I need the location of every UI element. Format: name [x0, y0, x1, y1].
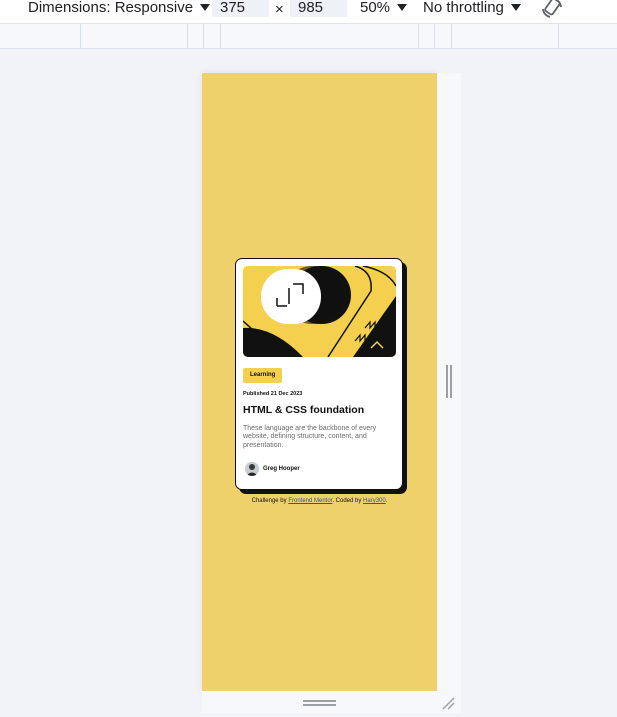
blog-preview-card[interactable]: Learning Published 21 Dec 2023 HTML & CS… — [235, 258, 403, 490]
dimensions-label: Dimensions: Responsive — [28, 0, 194, 16]
zoom-dropdown[interactable]: 50% — [360, 0, 408, 20]
ruler-tick — [434, 24, 435, 48]
ruler-tick — [203, 24, 204, 48]
times-symbol: × — [275, 1, 284, 18]
card-title[interactable]: HTML & CSS foundation — [243, 404, 364, 416]
zoom-label: 50% — [360, 0, 391, 16]
hero-illustration — [243, 266, 396, 357]
width-input[interactable] — [212, 0, 269, 17]
caret-down-icon — [397, 4, 408, 11]
height-input[interactable] — [290, 0, 347, 17]
caret-down-icon — [510, 4, 521, 11]
attribution-middle: . Coded by — [332, 498, 364, 504]
ruler-tick — [80, 24, 81, 48]
resize-handle-icon[interactable] — [446, 365, 452, 398]
ruler-tick — [558, 24, 559, 48]
ruler-tick — [451, 24, 452, 48]
author-link[interactable]: Hary300 — [363, 498, 386, 504]
card-description: These language are the backbone of every… — [243, 425, 377, 449]
corner-resize-icon[interactable] — [440, 695, 456, 711]
attribution: Challenge by Frontend Mentor. Coded by H… — [202, 498, 437, 504]
media-query-ruler[interactable] — [0, 24, 617, 49]
avatar-image — [245, 462, 259, 476]
illustration-image — [243, 266, 396, 357]
attribution-suffix: . — [385, 498, 388, 504]
author-name: Greg Hooper — [263, 466, 300, 472]
published-date: Published 21 Dec 2023 — [243, 391, 303, 397]
ruler-tick — [418, 24, 419, 48]
avatar — [245, 462, 259, 476]
resize-handle-icon[interactable] — [303, 700, 336, 706]
device-toolbar: Dimensions: Responsive × 50% No throttli… — [0, 0, 617, 24]
attribution-prefix: Challenge by — [251, 498, 289, 504]
dimensions-dropdown[interactable]: Dimensions: Responsive — [28, 0, 211, 20]
throttling-dropdown[interactable]: No throttling — [423, 0, 521, 20]
throttling-label: No throttling — [423, 0, 504, 16]
rotate-icon[interactable] — [540, 0, 564, 20]
ruler-tick — [187, 24, 188, 48]
caret-down-icon — [200, 4, 211, 11]
category-badge: Learning — [243, 368, 283, 383]
frontend-mentor-link[interactable]: Frontend Mentor — [288, 498, 332, 504]
ruler-tick — [220, 24, 221, 48]
